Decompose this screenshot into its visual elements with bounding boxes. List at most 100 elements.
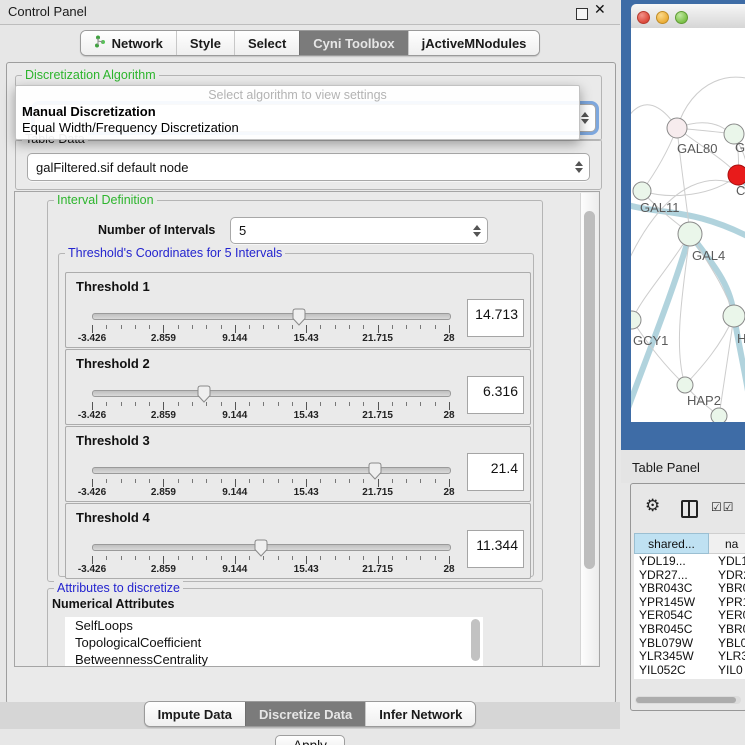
- cell-name[interactable]: YLR3: [718, 649, 745, 663]
- scrollbar-thumb[interactable]: [584, 211, 595, 569]
- cell-name[interactable]: YIL0: [718, 663, 745, 677]
- split-columns-icon[interactable]: [681, 500, 698, 518]
- list-item[interactable]: BetweennessCentrality: [65, 651, 483, 667]
- threshold-slider[interactable]: [92, 390, 451, 397]
- tab-infer-network[interactable]: Infer Network: [365, 702, 475, 726]
- tab-select[interactable]: Select: [234, 31, 299, 55]
- slider-tick-labels: -3.4262.8599.14415.4321.71528: [92, 410, 449, 421]
- cell-name[interactable]: YDL1: [718, 554, 745, 568]
- dropdown-option-manual-discretization[interactable]: Manual Discretization: [16, 104, 579, 120]
- table-row[interactable]: YBR043C YBR0: [634, 581, 745, 595]
- node-label: HAP2: [687, 393, 721, 408]
- tick-mark: [320, 402, 321, 406]
- threshold-slider[interactable]: [92, 313, 451, 320]
- slider-thumb[interactable]: [292, 308, 307, 326]
- numerical-attributes-list[interactable]: SelfLoops TopologicalCoefficient Between…: [65, 617, 483, 667]
- cell-shared-name[interactable]: YIL052C: [639, 663, 707, 677]
- threshold-2-box: Threshold 2 -3.4262.8599.14415.4321.7152…: [65, 349, 531, 425]
- tick-mark: [106, 402, 107, 406]
- network-node[interactable]: [728, 165, 745, 185]
- cell-shared-name[interactable]: YLR345W: [639, 649, 707, 663]
- network-node[interactable]: [633, 182, 651, 200]
- column-header-name[interactable]: na: [709, 533, 745, 554]
- close-icon[interactable]: ✕: [594, 2, 606, 18]
- table-data-combobox[interactable]: galFiltered.sif default node: [27, 153, 590, 181]
- cell-shared-name[interactable]: YDR27...: [639, 568, 707, 582]
- tick-mark: [92, 556, 93, 564]
- tick-mark: [163, 402, 164, 410]
- column-header-shared-name[interactable]: shared...: [634, 533, 709, 554]
- tab-cyni-toolbox[interactable]: Cyni Toolbox: [299, 31, 407, 55]
- number-of-intervals-combobox[interactable]: 5: [230, 217, 488, 244]
- cell-name[interactable]: YBR0: [718, 581, 745, 595]
- cell-shared-name[interactable]: YBL079W: [639, 636, 707, 650]
- close-traffic-light-icon[interactable]: [637, 11, 650, 24]
- cell-shared-name[interactable]: YBR045C: [639, 622, 707, 636]
- tick-mark: [392, 402, 393, 406]
- network-node[interactable]: [678, 222, 702, 246]
- threshold-slider[interactable]: [92, 467, 451, 474]
- cell-name[interactable]: YBL0: [718, 636, 745, 650]
- tab-style[interactable]: Style: [176, 31, 234, 55]
- tick-mark: [292, 325, 293, 329]
- slider-thumb[interactable]: [196, 385, 211, 403]
- tick-mark: [206, 402, 207, 406]
- tab-impute-data[interactable]: Impute Data: [145, 702, 245, 726]
- table-row[interactable]: YIL052C YIL0: [634, 663, 745, 677]
- cell-name[interactable]: YER0: [718, 608, 745, 622]
- table-row[interactable]: YBL079W YBL0: [634, 636, 745, 650]
- cell-shared-name[interactable]: YDL19...: [639, 554, 707, 568]
- network-node[interactable]: [723, 305, 745, 327]
- node-label: C: [736, 183, 745, 198]
- table-row[interactable]: YPR145W YPR1: [634, 595, 745, 609]
- tab-network[interactable]: Network: [81, 31, 176, 55]
- cell-shared-name[interactable]: YER054C: [639, 608, 707, 622]
- threshold-value-field[interactable]: 6.316: [467, 376, 524, 414]
- table-row[interactable]: YDR27... YDR2: [634, 568, 745, 582]
- scrollbar-thumb[interactable]: [636, 697, 736, 703]
- float-window-icon[interactable]: [576, 8, 588, 20]
- table-row[interactable]: YLR345W YLR3: [634, 649, 745, 663]
- tick-mark: [278, 479, 279, 483]
- tick-mark: [435, 479, 436, 483]
- cell-name[interactable]: YBR0: [718, 622, 745, 636]
- network-node[interactable]: [667, 118, 687, 138]
- network-canvas[interactable]: GAL80GACGAL11GAL4GCY1HHAP2: [631, 28, 745, 422]
- list-scrollbar[interactable]: [471, 619, 480, 661]
- tab-jactivemnodules[interactable]: jActiveMNodules: [408, 31, 540, 55]
- threshold-value-field[interactable]: 14.713: [467, 299, 524, 337]
- network-node[interactable]: [677, 377, 693, 393]
- slider-thumb[interactable]: [368, 462, 383, 480]
- tick-mark: [221, 556, 222, 560]
- dropdown-option-equal-width-frequency[interactable]: Equal Width/Frequency Discretization: [16, 120, 579, 136]
- network-node[interactable]: [711, 408, 727, 422]
- settings-gear-icon[interactable]: ⚙: [645, 496, 660, 516]
- table-row[interactable]: YER054C YER0: [634, 608, 745, 622]
- tick-mark: [420, 402, 421, 406]
- tick-mark: [92, 479, 93, 487]
- threshold-value-field[interactable]: 11.344: [467, 530, 524, 568]
- tab-label: Style: [190, 36, 221, 51]
- vertical-scrollbar[interactable]: [580, 193, 598, 665]
- cell-name[interactable]: YDR2: [718, 568, 745, 582]
- apply-button[interactable]: Apply: [275, 735, 345, 745]
- cell-shared-name[interactable]: YBR043C: [639, 581, 707, 595]
- list-item[interactable]: SelfLoops: [65, 617, 483, 634]
- slider-thumb[interactable]: [253, 539, 268, 557]
- table-row[interactable]: YBR045C YBR0: [634, 622, 745, 636]
- horizontal-scrollbar[interactable]: [635, 696, 741, 704]
- column-checkboxes-icon[interactable]: ☑☑: [711, 500, 735, 514]
- tick-mark: [349, 556, 350, 560]
- cell-shared-name[interactable]: YPR145W: [639, 595, 707, 609]
- list-item[interactable]: TopologicalCoefficient: [65, 634, 483, 651]
- zoom-traffic-light-icon[interactable]: [675, 11, 688, 24]
- threshold-value-field[interactable]: 21.4: [467, 453, 524, 491]
- tab-discretize-data[interactable]: Discretize Data: [245, 702, 365, 726]
- minimize-traffic-light-icon[interactable]: [656, 11, 669, 24]
- table-row[interactable]: YDL19... YDL1: [634, 554, 745, 568]
- slider-ticks: [92, 402, 449, 410]
- network-node[interactable]: [631, 311, 641, 329]
- threshold-label: Threshold 4: [76, 510, 150, 525]
- cell-name[interactable]: YPR1: [718, 595, 745, 609]
- threshold-slider[interactable]: [92, 544, 451, 551]
